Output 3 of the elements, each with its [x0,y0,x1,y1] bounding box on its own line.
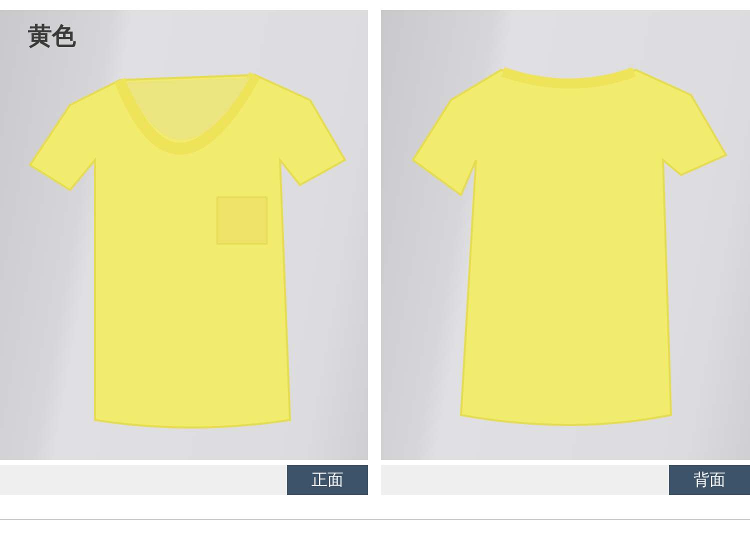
view-caption: 正面 [287,465,368,495]
view-caption: 背面 [669,465,750,495]
color-label: 黄色 [28,21,76,52]
